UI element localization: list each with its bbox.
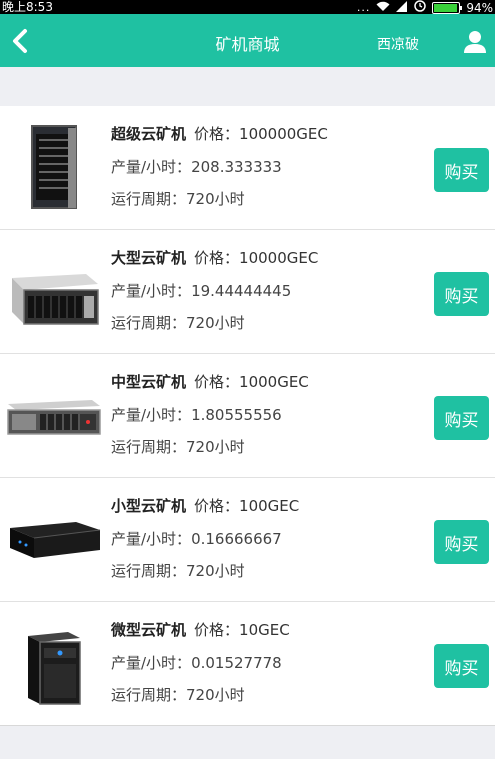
buy-button[interactable]: 购买 — [434, 644, 489, 688]
status-icons: ... 94% — [357, 0, 493, 15]
output-value: 1.80555556 — [191, 406, 282, 424]
user-icon — [464, 31, 486, 53]
product-price-label: 价格： — [194, 125, 240, 143]
product-title-line: 大型云矿机 价格：10000GEC — [111, 247, 318, 268]
output-label: 产量/小时： — [111, 654, 192, 672]
product-price: 10000GEC — [239, 249, 319, 267]
product-list: 超级云矿机 价格：100000GEC 产量/小时：208.333333 运行周期：… — [0, 106, 495, 726]
cycle-value: 720小时 — [186, 314, 245, 332]
status-dots: ... — [356, 0, 371, 14]
cycle-value: 720小时 — [186, 686, 245, 704]
output-label: 产量/小时： — [111, 158, 192, 176]
product-name: 超级云矿机 — [111, 125, 187, 143]
page-title: 矿机商城 — [215, 35, 280, 54]
storage-server-icon — [6, 240, 102, 340]
cycle-label: 运行周期： — [111, 438, 187, 456]
cycle-value: 720小时 — [186, 438, 245, 456]
micro-server-icon — [6, 612, 102, 712]
product-cycle-line: 运行周期：720小时 — [111, 560, 245, 581]
buy-button[interactable]: 购买 — [434, 520, 489, 564]
cycle-label: 运行周期： — [111, 314, 187, 332]
alarm-icon — [414, 0, 427, 15]
wifi-icon — [376, 1, 390, 15]
product-name: 小型云矿机 — [111, 497, 187, 515]
output-label: 产量/小时： — [111, 282, 192, 300]
product-price: 100GEC — [239, 497, 300, 515]
rack-server-icon — [6, 364, 102, 464]
product-cycle-line: 运行周期：720小时 — [111, 436, 245, 457]
list-item: 小型云矿机 价格：100GEC 产量/小时：0.16666667 运行周期：720… — [0, 478, 495, 602]
product-name: 中型云矿机 — [111, 373, 187, 391]
cycle-label: 运行周期： — [111, 190, 187, 208]
product-price-label: 价格： — [194, 249, 240, 267]
username-link[interactable]: 西凉破 — [377, 34, 419, 54]
product-output-line: 产量/小时：208.333333 — [111, 156, 282, 177]
buy-button[interactable]: 购买 — [434, 396, 489, 440]
product-output-line: 产量/小时：19.44444445 — [111, 280, 291, 301]
output-label: 产量/小时： — [111, 406, 192, 424]
output-value: 19.44444445 — [191, 282, 292, 300]
user-profile-button[interactable] — [463, 30, 487, 54]
cycle-value: 720小时 — [186, 190, 245, 208]
buy-button[interactable]: 购买 — [434, 148, 489, 192]
product-output-line: 产量/小时：0.01527778 — [111, 652, 282, 673]
cycle-label: 运行周期： — [111, 686, 187, 704]
product-cycle-line: 运行周期：720小时 — [111, 684, 245, 705]
product-title-line: 中型云矿机 价格：1000GEC — [111, 371, 309, 392]
cycle-label: 运行周期： — [111, 562, 187, 580]
output-label: 产量/小时： — [111, 530, 192, 548]
product-price: 100000GEC — [239, 125, 328, 143]
list-item: 超级云矿机 价格：100000GEC 产量/小时：208.333333 运行周期：… — [0, 106, 495, 230]
product-title-line: 超级云矿机 价格：100000GEC — [111, 123, 328, 144]
product-price: 1000GEC — [239, 373, 309, 391]
product-price-label: 价格： — [194, 621, 240, 639]
product-price: 10GEC — [239, 621, 290, 639]
product-cycle-line: 运行周期：720小时 — [111, 312, 245, 333]
product-cycle-line: 运行周期：720小时 — [111, 188, 245, 209]
cycle-value: 720小时 — [186, 562, 245, 580]
list-item: 大型云矿机 价格：10000GEC 产量/小时：19.44444445 运行周期：… — [0, 230, 495, 354]
buy-button[interactable]: 购买 — [434, 272, 489, 316]
battery-icon — [432, 1, 463, 14]
mini-pc-icon — [6, 488, 102, 588]
product-name: 大型云矿机 — [111, 249, 187, 267]
output-value: 0.16666667 — [191, 530, 282, 548]
product-name: 微型云矿机 — [111, 621, 187, 639]
product-price-label: 价格： — [194, 373, 240, 391]
status-bar: 晚上8:53 ... 94% — [0, 0, 495, 15]
list-item: 中型云矿机 价格：1000GEC 产量/小时：1.80555556 运行周期：72… — [0, 354, 495, 478]
output-value: 0.01527778 — [191, 654, 282, 672]
product-title-line: 小型云矿机 价格：100GEC — [111, 495, 299, 516]
product-title-line: 微型云矿机 价格：10GEC — [111, 619, 290, 640]
product-output-line: 产量/小时：0.16666667 — [111, 528, 282, 549]
output-value: 208.333333 — [191, 158, 282, 176]
list-item: 微型云矿机 价格：10GEC 产量/小时：0.01527778 运行周期：720小… — [0, 602, 495, 726]
product-price-label: 价格： — [194, 497, 240, 515]
signal-icon — [396, 0, 408, 15]
app-header: 矿机商城 西凉破 — [0, 14, 495, 67]
battery-percent: 94% — [466, 0, 493, 15]
product-output-line: 产量/小时：1.80555556 — [111, 404, 282, 425]
status-time: 晚上8:53 — [2, 0, 53, 14]
tower-server-rack-icon — [6, 116, 102, 216]
